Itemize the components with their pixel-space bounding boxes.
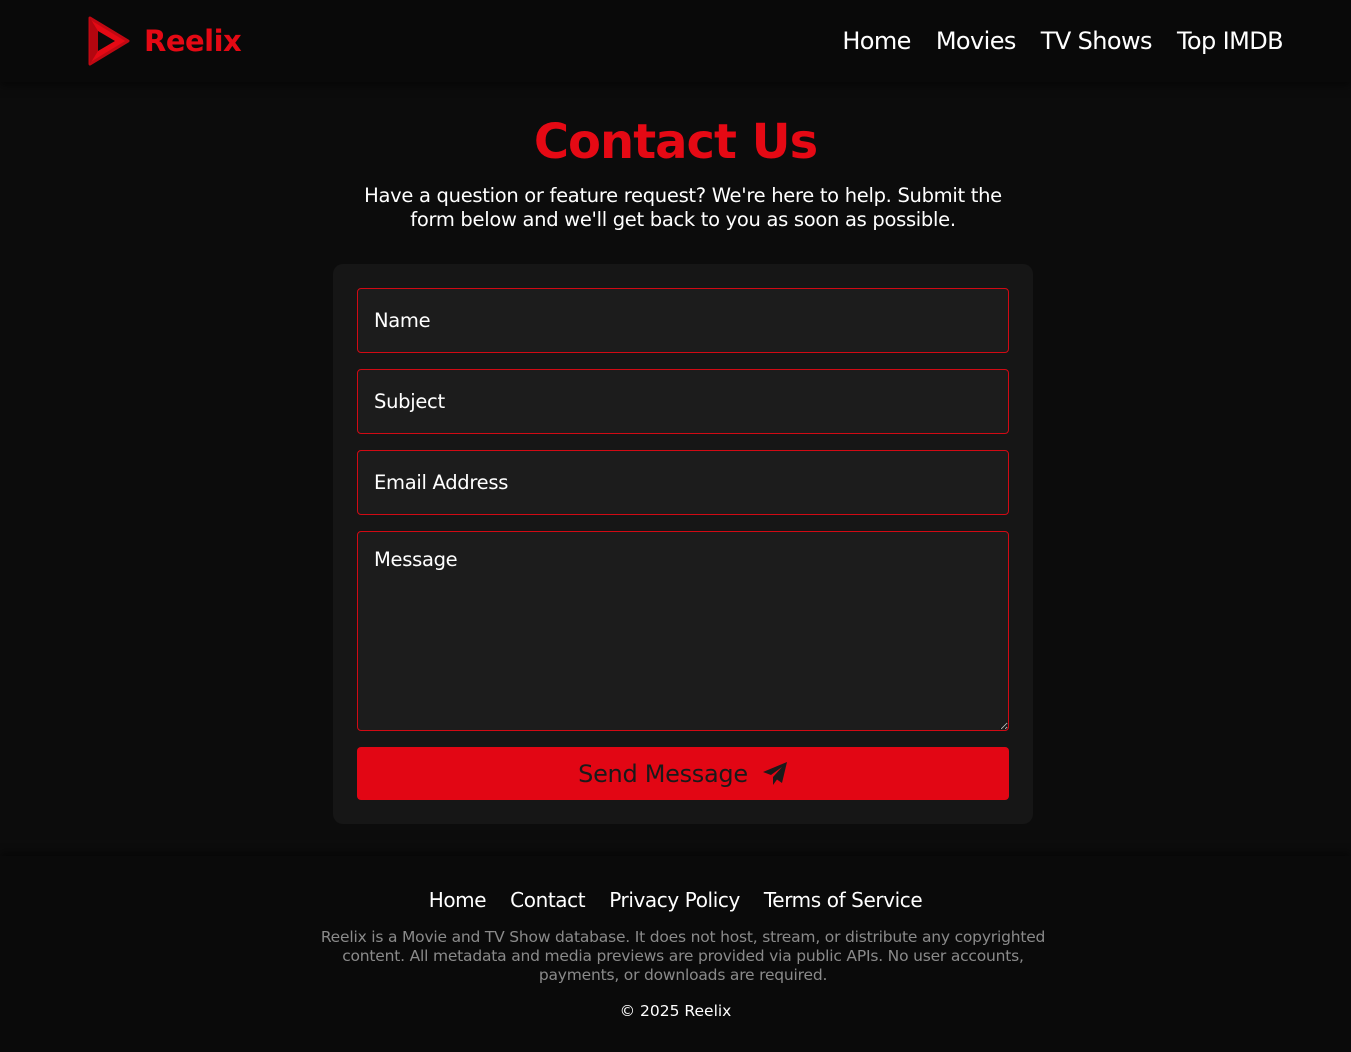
brand-logo-link[interactable]: Reelix — [86, 16, 242, 66]
footer-home-link[interactable]: Home — [429, 886, 487, 914]
site-footer: Home Contact Privacy Policy Terms of Ser… — [0, 856, 1351, 1052]
brand-name: Reelix — [144, 24, 242, 58]
paper-plane-icon — [762, 761, 787, 785]
footer-copyright: © 2025 Reelix — [619, 1002, 732, 1020]
footer-contact-link[interactable]: Contact — [510, 886, 585, 914]
footer-privacy-policy-link[interactable]: Privacy Policy — [609, 886, 740, 914]
footer-disclaimer: Reelix is a Movie and TV Show database. … — [320, 928, 1046, 984]
main-nav: Home Movies TV Shows Top IMDB — [842, 24, 1283, 58]
message-textarea[interactable] — [357, 531, 1009, 731]
contact-form: Send Message — [333, 264, 1033, 824]
footer-terms-of-service-link[interactable]: Terms of Service — [764, 886, 923, 914]
play-logo-icon — [88, 16, 130, 66]
nav-movies-link[interactable]: Movies — [936, 24, 1017, 58]
send-message-button[interactable]: Send Message — [357, 747, 1009, 800]
send-message-label: Send Message — [578, 759, 748, 788]
contact-page: Contact Us Have a question or feature re… — [0, 82, 1351, 856]
nav-tv-shows-link[interactable]: TV Shows — [1041, 24, 1153, 58]
nav-top-imdb-link[interactable]: Top IMDB — [1177, 24, 1284, 58]
subject-input[interactable] — [357, 369, 1009, 434]
email-input[interactable] — [357, 450, 1009, 515]
site-header: Reelix Home Movies TV Shows Top IMDB — [0, 0, 1351, 82]
name-input[interactable] — [357, 288, 1009, 353]
footer-nav: Home Contact Privacy Policy Terms of Ser… — [0, 886, 1351, 914]
page-title: Contact Us — [533, 114, 818, 170]
intro-text: Have a question or feature request? We'r… — [364, 184, 1002, 231]
nav-home-link[interactable]: Home — [842, 24, 911, 58]
